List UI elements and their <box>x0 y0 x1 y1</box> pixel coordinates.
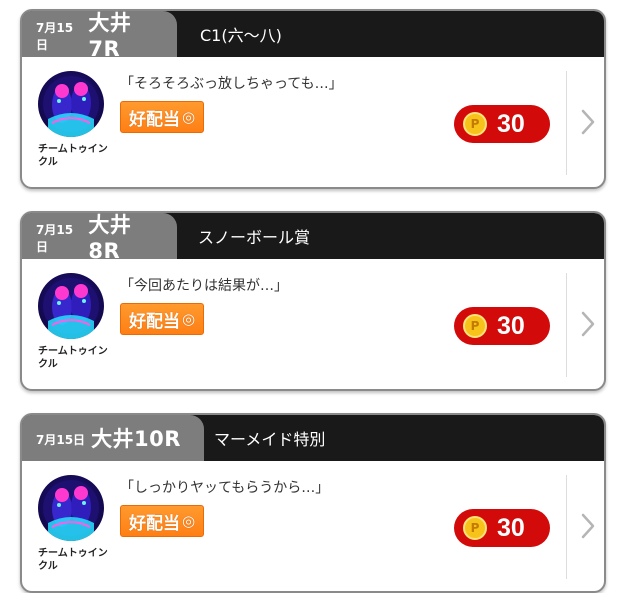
race-tag: 7月15日 大井7R <box>22 11 177 61</box>
point-coin-icon: P <box>463 516 487 540</box>
race-tag: 7月15日 大井8R <box>22 213 177 263</box>
card-header: 7月15日 大井7R C1(六〜八) <box>22 11 604 61</box>
badge-label: 好配当 <box>129 311 180 332</box>
price-pill[interactable]: P 30 <box>454 307 550 345</box>
card-body: チームトゥインクル 「しっかりヤッてもらうから…」 好配当 ◎ P 30 <box>22 461 604 591</box>
comment-text: 「そろそろぶっ放しちゃっても…」 <box>120 76 343 92</box>
race-title: C1(六〜八) <box>200 26 282 45</box>
author-name: チームトゥインクル <box>38 346 108 370</box>
avatar <box>38 475 104 541</box>
card-body: チームトゥインクル 「そろそろぶっ放しちゃっても…」 好配当 ◎ P 30 <box>22 57 604 187</box>
double-circle-icon: ◎ <box>182 310 196 328</box>
race-title: スノーボール賞 <box>198 228 311 247</box>
author-name: チームトゥインクル <box>38 548 108 572</box>
card-body: チームトゥインクル 「今回あたりは結果が…」 好配当 ◎ P 30 <box>22 259 604 389</box>
divider <box>566 475 567 579</box>
price-pill[interactable]: P 30 <box>454 105 550 143</box>
comment-text: 「しっかりヤッてもらうから…」 <box>120 480 330 496</box>
chevron-right-icon[interactable] <box>578 511 598 541</box>
price-value: 30 <box>497 513 525 542</box>
author-name: チームトゥインクル <box>38 144 108 168</box>
card-header: 7月15日 大井10R マーメイド特別 <box>22 415 604 461</box>
prediction-card[interactable]: 7月15日 大井10R マーメイド特別 チームトゥインクル 「しっかりヤッてもら… <box>20 413 606 593</box>
divider <box>566 71 567 175</box>
race-name: 大井7R <box>88 11 132 61</box>
avatar <box>38 71 104 137</box>
price-value: 30 <box>497 109 525 138</box>
double-circle-icon: ◎ <box>182 108 196 126</box>
race-name: 大井10R <box>91 427 181 451</box>
card-header: 7月15日 大井8R スノーボール賞 <box>22 213 604 263</box>
badge-label: 好配当 <box>129 109 180 130</box>
point-coin-icon: P <box>463 314 487 338</box>
chevron-right-icon[interactable] <box>578 107 598 137</box>
race-date: 7月15日 <box>36 222 74 254</box>
divider <box>566 273 567 377</box>
race-tag: 7月15日 大井10R <box>22 415 204 461</box>
race-name: 大井8R <box>88 213 132 263</box>
prediction-card[interactable]: 7月15日 大井7R C1(六〜八) チームトゥインクル 「そろそろぶっ放しちゃ… <box>20 9 606 189</box>
avatar <box>38 273 104 339</box>
price-value: 30 <box>497 311 525 340</box>
price-pill[interactable]: P 30 <box>454 509 550 547</box>
good-payout-badge: 好配当 ◎ <box>120 303 205 335</box>
badge-label: 好配当 <box>129 513 180 534</box>
race-date: 7月15日 <box>36 433 86 447</box>
good-payout-badge: 好配当 ◎ <box>120 101 205 133</box>
double-circle-icon: ◎ <box>182 512 196 530</box>
prediction-card[interactable]: 7月15日 大井8R スノーボール賞 チームトゥインクル 「今回あたりは結果が…… <box>20 211 606 391</box>
race-title: マーメイド特別 <box>214 430 326 449</box>
good-payout-badge: 好配当 ◎ <box>120 505 205 537</box>
chevron-right-icon[interactable] <box>578 309 598 339</box>
race-date: 7月15日 <box>36 20 74 52</box>
comment-text: 「今回あたりは結果が…」 <box>120 278 288 294</box>
point-coin-icon: P <box>463 112 487 136</box>
